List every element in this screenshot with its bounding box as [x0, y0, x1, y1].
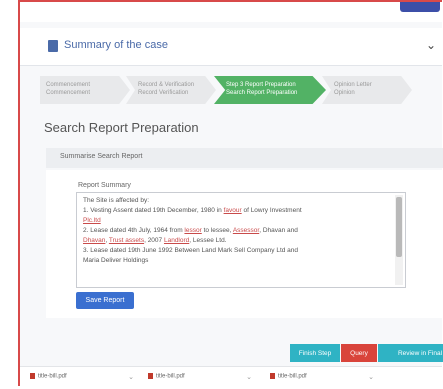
document-icon [48, 40, 58, 52]
app-window: Summary of the case ⌄ Commencement Comme… [18, 0, 443, 389]
chevron-down-icon[interactable]: ⌄ [128, 373, 134, 381]
step-1-title: Commencement [46, 82, 91, 88]
report-summary-card: Report Summary The Site is affected by: 1… [46, 170, 443, 318]
finish-step-button[interactable]: Finish Step [290, 344, 340, 362]
query-button[interactable]: Query [341, 344, 377, 362]
progress-steps: Commencement Commencement Record & Verif… [40, 76, 443, 104]
attachment-item[interactable]: title-bill.pdf ⌄ [148, 373, 258, 383]
attachments-footer: title-bill.pdf ⌄ title-bill.pdf ⌄ title-bi… [20, 366, 442, 389]
summary-text: , Lessee Ltd. [189, 237, 227, 244]
attachment-name: title-bill.pdf [278, 373, 307, 380]
action-bar: Finish Step Query Review in Final [290, 344, 443, 362]
step-3-title: Step 3 Report Preparation [226, 82, 296, 88]
underlined-term: lessor [184, 227, 202, 234]
chevron-down-icon[interactable]: ⌄ [368, 373, 374, 381]
summary-line: The Site is affected by: [83, 196, 387, 206]
step-4-title: Opinion Letter [334, 82, 372, 88]
summary-text: , 2007 [144, 237, 164, 244]
attachment-name: title-bill.pdf [156, 373, 185, 380]
section-heading: Search Report Preparation [44, 120, 199, 135]
report-summary-label: Report Summary [78, 182, 131, 189]
attachment-item[interactable]: title-bill.pdf ⌄ [30, 373, 140, 383]
underlined-term: favour [223, 207, 242, 214]
underlined-term: Plc.ltd [83, 217, 101, 224]
pdf-icon [270, 373, 275, 379]
underlined-term: Dhavan [83, 237, 106, 244]
step-3[interactable]: Step 3 Report Preparation Search Report … [214, 76, 326, 104]
summary-text: 2. Lease dated 4th July, 1964 from [83, 227, 185, 234]
step-4-subtitle: Opinion [334, 90, 355, 96]
step-2-subtitle: Record Verification [138, 90, 189, 96]
case-summary-header[interactable]: Summary of the case ⌄ [20, 28, 442, 66]
summary-line: 1. Vesting Assent dated 19th December, 1… [83, 206, 387, 216]
step-2[interactable]: Record & Verification Record Verificatio… [126, 76, 216, 104]
summary-line: Maria Deliver Holdings [83, 256, 387, 266]
underlined-term: Assessor [232, 227, 260, 234]
review-button[interactable]: Review in Final [378, 344, 443, 362]
summary-text: to lessee, [201, 227, 233, 234]
top-strip [20, 2, 442, 22]
summary-line: Dhavan, Trust assets, 2007 Landlord, Les… [83, 236, 387, 246]
section-subheading: Summarise Search Report [60, 153, 143, 160]
step-3-subtitle: Search Report Preparation [226, 90, 298, 96]
step-1[interactable]: Commencement Commencement [40, 76, 130, 104]
pdf-icon [30, 373, 35, 379]
report-summary-textarea[interactable]: The Site is affected by: 1. Vesting Assen… [76, 192, 406, 288]
summary-text: 1. Vesting Assent dated 19th December, 1… [83, 207, 224, 214]
page-title: Summary of the case [64, 39, 168, 51]
section-subheading-bar: Summarise Search Report [46, 148, 443, 168]
summary-line: Plc.ltd [83, 216, 387, 226]
chevron-down-icon[interactable]: ⌄ [246, 373, 252, 381]
summary-text: Maria Deliver Holdings [83, 257, 149, 264]
underlined-term: Landlord [163, 237, 190, 244]
summary-line: 3. Lease dated 19th June 1992 Between La… [83, 246, 387, 256]
attachment-name: title-bill.pdf [38, 373, 67, 380]
step-2-title: Record & Verification [138, 82, 195, 88]
step-1-subtitle: Commencement [46, 90, 91, 96]
scrollbar-thumb[interactable] [396, 197, 402, 257]
summary-text: The Site is affected by: [83, 197, 149, 204]
underlined-term: Trust assets [108, 237, 145, 244]
pdf-icon [148, 373, 153, 379]
top-tab[interactable] [400, 2, 440, 12]
summary-text: of Lowry Investment [241, 207, 302, 214]
summary-line: 2. Lease dated 4th July, 1964 from lesso… [83, 226, 387, 236]
summary-text: , Dhavan and [259, 227, 298, 234]
save-report-button[interactable]: Save Report [76, 292, 134, 309]
chevron-down-icon[interactable]: ⌄ [426, 38, 436, 52]
step-4[interactable]: Opinion Letter Opinion [322, 76, 412, 104]
attachment-item[interactable]: title-bill.pdf ⌄ [270, 373, 380, 383]
summary-text: 3. Lease dated 19th June 1992 Between La… [83, 247, 299, 254]
